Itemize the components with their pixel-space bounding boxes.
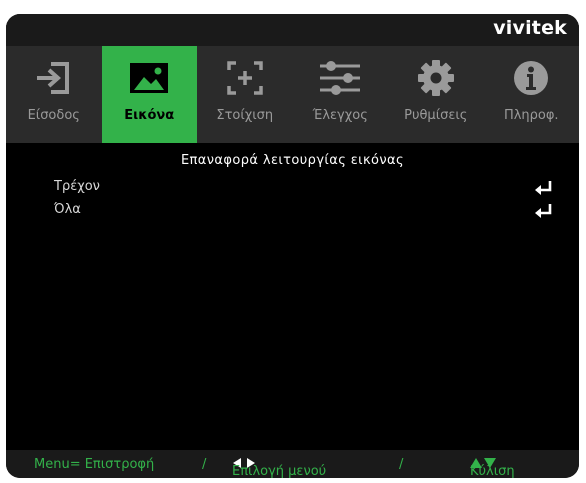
- input-icon: [6, 58, 102, 98]
- list-item-label: Τρέχον: [54, 179, 100, 194]
- tab-label: Εικόνα: [124, 108, 175, 123]
- tab-label: Ρυθμίσεις: [404, 108, 468, 123]
- list-item-current[interactable]: Τρέχον: [54, 179, 554, 199]
- footer-scroll-hint: Κύλιση: [470, 457, 515, 478]
- tab-picture[interactable]: Εικόνα: [101, 46, 198, 143]
- tab-settings[interactable]: Ρυθμίσεις: [388, 46, 484, 143]
- osd-menu: vivitek Είσοδος Εικόνα Στοίχιση Έλεγχος …: [6, 14, 579, 478]
- footer-back-hint: Menu= Επιστροφή: [34, 457, 155, 472]
- footer-scroll-text: Κύλιση: [470, 464, 515, 478]
- tab-info[interactable]: Πληροφ.: [484, 46, 580, 143]
- list-item-all[interactable]: Όλα: [54, 202, 554, 222]
- tab-label: Είσοδος: [27, 108, 80, 123]
- picture-icon: [102, 58, 198, 98]
- tab-bar: Είσοδος Εικόνα Στοίχιση Έλεγχος Ρυθμίσει…: [6, 46, 579, 143]
- sliders-icon: [293, 58, 389, 98]
- tab-label: Στοίχιση: [216, 108, 274, 123]
- footer-hint-bar: Menu= Επιστροφή / Επιλογή μενού / Κύλιση: [6, 450, 579, 478]
- footer-separator: /: [399, 457, 404, 472]
- tab-control[interactable]: Έλεγχος: [293, 46, 389, 143]
- enter-icon: [534, 202, 554, 220]
- page-title: Επαναφορά λειτουργίας εικόνας: [180, 153, 405, 168]
- top-bar: vivitek: [6, 14, 579, 46]
- footer-separator: /: [202, 457, 207, 472]
- footer-select-text: Επιλογή μενού: [232, 464, 327, 478]
- info-icon: [484, 58, 580, 98]
- enter-icon: [534, 179, 554, 197]
- brand-logo: vivitek: [493, 17, 567, 39]
- tab-label: Έλεγχος: [312, 108, 368, 123]
- alignment-icon: [197, 58, 293, 98]
- tab-label: Πληροφ.: [503, 108, 559, 123]
- content-panel: Επαναφορά λειτουργίας εικόνας Τρέχον Όλα: [6, 143, 579, 450]
- footer-select-hint: Επιλογή μενού: [232, 457, 326, 478]
- tab-alignment[interactable]: Στοίχιση: [197, 46, 293, 143]
- tab-input[interactable]: Είσοδος: [6, 46, 102, 143]
- gear-icon: [388, 58, 484, 98]
- list-item-label: Όλα: [54, 202, 81, 217]
